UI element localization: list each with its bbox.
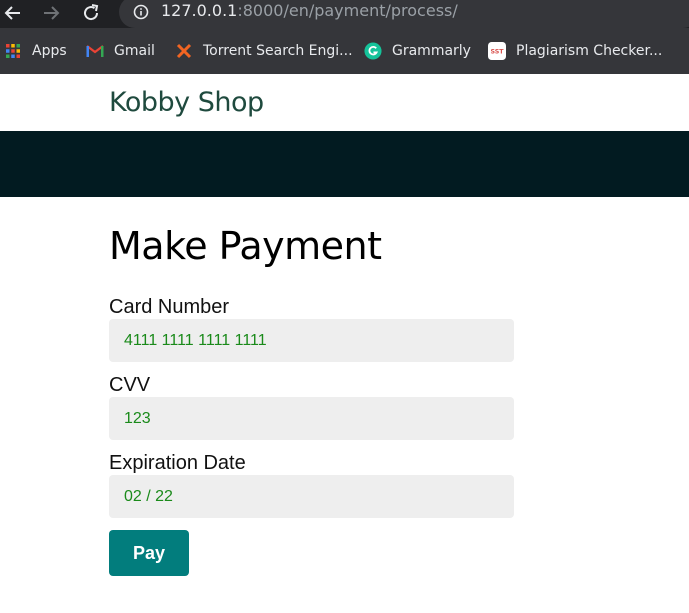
bookmark-label: Plagiarism Checker... [516, 43, 663, 59]
reload-button[interactable] [78, 0, 104, 26]
site-header: Kobby Shop [0, 74, 689, 131]
bookmark-label: Torrent Search Engi... [203, 43, 353, 59]
sst-badge-text: SST [490, 49, 504, 56]
pay-button[interactable]: Pay [109, 530, 189, 576]
forward-button[interactable] [38, 0, 64, 26]
back-arrow-icon [4, 6, 20, 20]
back-button[interactable] [0, 0, 26, 26]
bookmark-torrent[interactable]: Torrent Search Engi... [175, 40, 353, 62]
bookmark-grammarly[interactable]: Grammarly [364, 40, 471, 62]
gmail-icon [86, 42, 104, 60]
card-number-field[interactable]: 4111 1111 1111 1111 [109, 319, 514, 362]
bookmarks-bar: Apps Gmail Torrent Search Engi... Gramma… [0, 28, 689, 74]
forward-arrow-icon [44, 6, 60, 20]
cvv-field[interactable]: 123 [109, 397, 514, 440]
info-icon[interactable] [133, 4, 149, 20]
url-host: 127.0.0.1 [161, 1, 238, 20]
torrent-x-icon [175, 42, 193, 60]
browser-toolbar: 127.0.0.1:8000/en/payment/process/ [0, 0, 689, 28]
expiration-date-label: Expiration Date [109, 452, 246, 474]
bookmark-plagiarism[interactable]: SST Plagiarism Checker... [488, 40, 662, 62]
url-text[interactable]: 127.0.0.1:8000/en/payment/process/ [161, 1, 458, 21]
apps-grid-icon [4, 42, 22, 60]
sst-icon: SST [488, 42, 506, 60]
reload-icon [84, 4, 99, 21]
site-logo[interactable]: Kobby Shop [109, 87, 264, 118]
bookmark-label: Grammarly [392, 43, 471, 59]
grammarly-icon [364, 42, 382, 60]
nav-band [0, 131, 689, 197]
page-title: Make Payment [109, 224, 382, 268]
url-path: :8000/en/payment/process/ [237, 1, 458, 20]
bookmark-label: Gmail [114, 43, 155, 59]
bookmark-apps[interactable]: Apps [4, 40, 67, 62]
address-bar[interactable]: 127.0.0.1:8000/en/payment/process/ [119, 0, 689, 28]
bookmark-gmail[interactable]: Gmail [86, 40, 155, 62]
expiration-date-field[interactable]: 02 / 22 [109, 475, 514, 518]
cvv-label: CVV [109, 374, 151, 396]
card-number-label: Card Number [109, 296, 230, 318]
bookmark-label: Apps [32, 43, 67, 59]
